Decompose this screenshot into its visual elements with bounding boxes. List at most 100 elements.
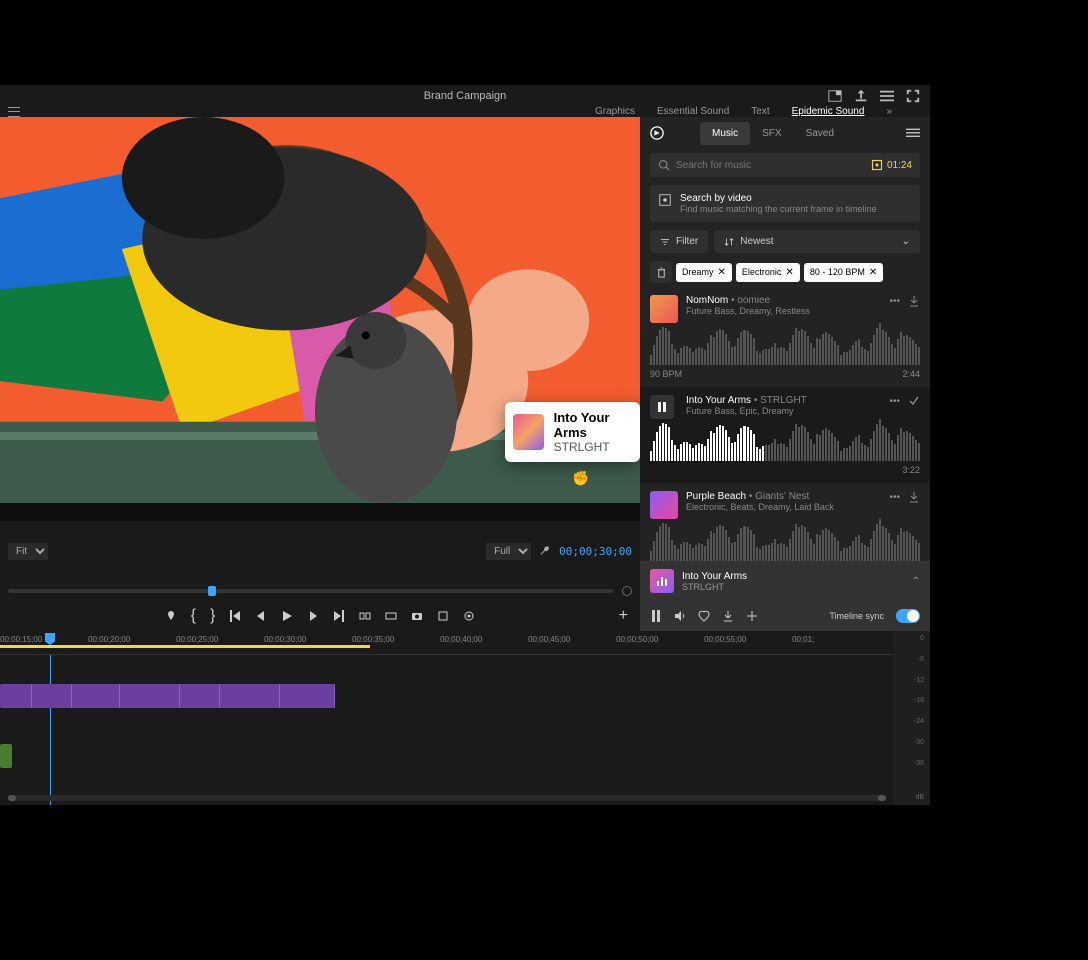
list-icon[interactable] xyxy=(880,89,894,103)
more-icon[interactable]: ••• xyxy=(889,396,900,407)
panel-tab-saved[interactable]: Saved xyxy=(794,122,846,145)
preview-monitor[interactable]: Into Your Arms STRLGHT ✊ xyxy=(0,117,640,521)
pause-icon[interactable] xyxy=(650,610,662,622)
close-icon[interactable]: ✕ xyxy=(718,267,726,278)
pause-button[interactable] xyxy=(650,395,674,419)
download-icon[interactable] xyxy=(908,295,920,307)
step-back-icon[interactable] xyxy=(255,610,267,622)
add-button[interactable]: + xyxy=(619,607,628,625)
audio-clip[interactable] xyxy=(0,744,12,768)
panel-tab-sfx[interactable]: SFX xyxy=(750,122,793,145)
track-item[interactable]: NomNom • oomiee Future Bass, Dreamy, Res… xyxy=(640,287,930,387)
drag-artist: STRLGHT xyxy=(554,440,632,454)
download-icon[interactable] xyxy=(722,610,734,622)
goto-out-icon[interactable] xyxy=(333,610,345,622)
timeline-scrollbar[interactable] xyxy=(8,795,886,801)
marker-icon[interactable] xyxy=(165,610,177,622)
volume-icon[interactable] xyxy=(674,610,686,622)
search-icon xyxy=(658,159,670,171)
share-icon[interactable] xyxy=(854,89,868,103)
fit-select[interactable]: Fit xyxy=(8,543,48,560)
track-artwork xyxy=(650,491,678,519)
playhead-line xyxy=(50,655,51,805)
workspace-icon[interactable] xyxy=(828,89,842,103)
chip[interactable]: Dreamy✕ xyxy=(676,263,732,282)
filter-button[interactable]: Filter xyxy=(650,230,708,253)
sort-icon xyxy=(724,237,734,247)
mark-out-icon[interactable]: } xyxy=(210,607,215,625)
chevron-up-icon[interactable]: ⌃ xyxy=(912,576,920,587)
goto-in-icon[interactable] xyxy=(229,610,241,622)
track-artwork xyxy=(650,295,678,323)
check-icon[interactable] xyxy=(908,395,920,407)
sort-button[interactable]: Newest ⌄ xyxy=(714,230,920,253)
preview-controls: Fit Full 00;00;30;00 xyxy=(0,521,640,581)
epidemic-panel: Music SFX Saved 01:24 Search by video F xyxy=(640,117,930,631)
time-ruler[interactable]: 00;00;15;0000;00;20;0000;00;25;0000;00;3… xyxy=(0,631,894,655)
timeline-sync-label: Timeline sync xyxy=(829,611,884,621)
panel-tab-music[interactable]: Music xyxy=(700,122,750,145)
tabs-overflow-icon[interactable]: » xyxy=(886,106,892,117)
filter-icon xyxy=(660,237,670,247)
filter-chips: Dreamy✕ Electronic✕ 80 - 120 BPM✕ xyxy=(650,261,920,283)
tab-graphics[interactable]: Graphics xyxy=(595,106,635,117)
now-playing[interactable]: Into Your Arms STRLGHT ⌃ xyxy=(640,561,930,601)
window-title: Brand Campaign xyxy=(424,90,507,102)
step-fwd-icon[interactable] xyxy=(307,610,319,622)
search-by-video[interactable]: Search by video Find music matching the … xyxy=(650,185,920,222)
more-icon[interactable]: ••• xyxy=(889,492,900,503)
more-icon[interactable]: ••• xyxy=(889,296,900,307)
mark-in-icon[interactable]: { xyxy=(191,607,196,625)
panel-menu-icon[interactable] xyxy=(906,126,920,140)
search-row: 01:24 xyxy=(650,153,920,177)
now-playing-artwork xyxy=(650,569,674,593)
search-input[interactable] xyxy=(676,160,865,171)
timeline-sync-toggle[interactable] xyxy=(896,609,920,623)
settings-icon[interactable] xyxy=(463,610,475,622)
export-frame-icon[interactable] xyxy=(437,610,449,622)
waveform[interactable] xyxy=(650,525,920,561)
timeline: 00;00;15;0000;00;20;0000;00;25;0000;00;3… xyxy=(0,631,930,805)
chip[interactable]: Electronic✕ xyxy=(736,263,800,282)
tab-text[interactable]: Text xyxy=(751,106,769,117)
close-icon[interactable]: ✕ xyxy=(785,267,793,278)
waveform[interactable] xyxy=(650,425,920,461)
clear-filters-button[interactable] xyxy=(650,261,672,283)
transport-bar: { } + xyxy=(0,601,640,631)
drag-tooltip: Into Your Arms STRLGHT xyxy=(505,402,640,462)
chip[interactable]: 80 - 120 BPM✕ xyxy=(804,263,883,282)
zoom-slider[interactable] xyxy=(0,581,640,601)
grab-cursor-icon: ✊ xyxy=(572,470,589,487)
equalizer-icon xyxy=(656,575,668,587)
duration-badge[interactable]: 01:24 xyxy=(871,159,912,171)
download-icon[interactable] xyxy=(908,491,920,503)
playhead-indicator[interactable] xyxy=(45,633,55,645)
hamburger-icon[interactable] xyxy=(8,107,20,117)
add-icon[interactable] xyxy=(746,610,758,622)
track-list: NomNom • oomiee Future Bass, Dreamy, Res… xyxy=(640,287,930,561)
wrench-icon[interactable] xyxy=(539,545,551,557)
tab-essential-sound[interactable]: Essential Sound xyxy=(657,106,729,117)
fullscreen-icon[interactable] xyxy=(906,89,920,103)
heart-icon[interactable] xyxy=(698,610,710,622)
track-item[interactable]: Into Your Arms • STRLGHT Future Bass, Ep… xyxy=(640,387,930,483)
video-clip[interactable] xyxy=(0,684,335,708)
waveform[interactable] xyxy=(650,329,920,365)
close-icon[interactable]: ✕ xyxy=(869,267,877,278)
drag-thumb xyxy=(513,414,544,450)
full-select[interactable]: Full xyxy=(486,543,531,560)
player-bar: Timeline sync xyxy=(640,601,930,631)
camera-icon[interactable] xyxy=(411,610,423,622)
overwrite-icon[interactable] xyxy=(385,610,397,622)
epidemic-logo-icon xyxy=(650,126,664,140)
insert-icon[interactable] xyxy=(359,610,371,622)
play-icon[interactable] xyxy=(281,610,293,622)
in-out-range[interactable] xyxy=(0,645,370,648)
timecode: 00;00;30;00 xyxy=(559,545,632,558)
titlebar: Brand Campaign xyxy=(0,85,930,106)
tab-epidemic-sound[interactable]: Epidemic Sound xyxy=(792,106,865,117)
track-item[interactable]: Purple Beach • Giants' Nest Electronic, … xyxy=(640,483,930,561)
app-window: Brand Campaign Graphics Essential Sound … xyxy=(0,85,930,805)
menubar: Graphics Essential Sound Text Epidemic S… xyxy=(0,106,930,117)
drag-title: Into Your Arms xyxy=(554,410,632,440)
